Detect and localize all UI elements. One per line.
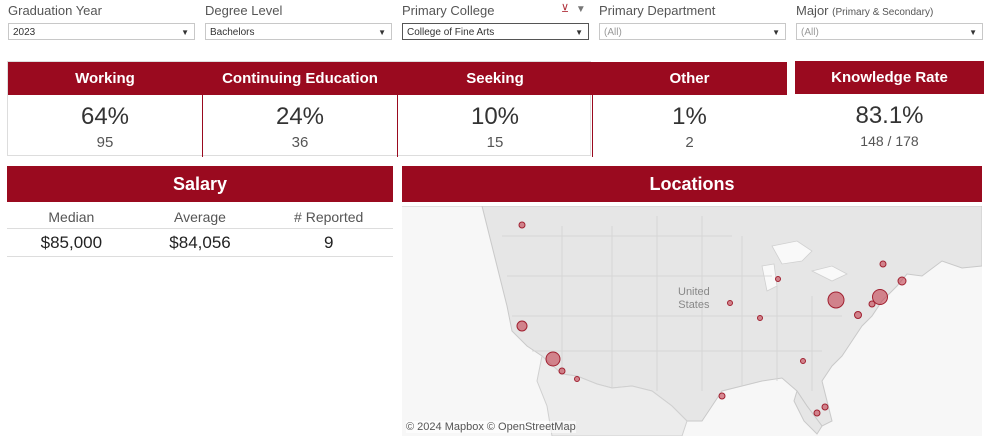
kpi-title: Other <box>592 62 787 95</box>
locations-title: Locations <box>402 166 982 202</box>
kpi-count: 148 / 178 <box>860 133 919 149</box>
filter-label: Graduation Year <box>8 3 102 18</box>
kpi-title: Seeking <box>398 62 592 95</box>
salary-table: Median Average # Reported $85,000 $84,05… <box>7 206 393 257</box>
location-marker <box>854 311 862 319</box>
location-marker <box>558 367 566 375</box>
kpi-continuing-education: Continuing Education 24% 36 <box>203 62 398 157</box>
kpi-knowledge-rate: Knowledge Rate 83.1% 148 / 178 <box>795 61 984 156</box>
degree-level-select[interactable]: Bachelors ▼ <box>205 23 392 40</box>
location-marker <box>800 358 806 364</box>
kpi-other: Other 1% 2 <box>592 62 787 157</box>
filter-label: Primary College <box>402 3 495 18</box>
kpi-title: Working <box>8 62 202 95</box>
location-marker <box>879 260 887 268</box>
location-marker <box>821 403 829 411</box>
filter-label-small: (Primary & Secondary) <box>832 7 934 18</box>
kpi-title: Knowledge Rate <box>795 61 984 94</box>
salary-title: Salary <box>7 166 393 202</box>
salary-header-average: Average <box>174 209 226 225</box>
location-marker <box>545 351 561 367</box>
selected-value: 2023 <box>13 27 36 38</box>
primary-department-select[interactable]: (All) ▼ <box>599 23 786 40</box>
map-markers <box>516 221 907 417</box>
location-marker <box>718 392 726 400</box>
kpi-count: 36 <box>291 134 309 151</box>
chevron-down-icon: ▼ <box>181 28 189 37</box>
location-marker <box>727 300 733 306</box>
outcome-kpi-row: Working 64% 95 Continuing Education 24% … <box>7 61 787 157</box>
clear-filter-icon[interactable]: ⊻ <box>561 3 569 15</box>
filter-menu-icon[interactable]: ▼ <box>576 4 586 15</box>
kpi-title: Continuing Education <box>203 62 397 95</box>
graduation-year-select[interactable]: 2023 ▼ <box>8 23 195 40</box>
location-marker <box>897 276 907 286</box>
selected-value: College of Fine Arts <box>407 27 495 38</box>
selected-value: (All) <box>801 27 819 38</box>
filter-label: Primary Department <box>599 3 716 18</box>
chevron-down-icon: ▼ <box>378 28 386 37</box>
salary-header-row: Median Average # Reported <box>7 206 393 229</box>
location-marker <box>775 276 781 282</box>
kpi-working: Working 64% 95 <box>8 62 203 157</box>
salary-header-reported: # Reported <box>294 209 364 225</box>
major-select[interactable]: (All) ▼ <box>796 23 983 40</box>
filter-controls: ⊻ ▼ <box>561 2 586 15</box>
location-marker <box>868 300 876 308</box>
selected-value: Bachelors <box>210 27 255 38</box>
kpi-seeking: Seeking 10% 15 <box>398 62 593 157</box>
selected-value: (All) <box>604 27 622 38</box>
chevron-down-icon: ▼ <box>969 28 977 37</box>
salary-average-value: $84,056 <box>169 233 231 252</box>
chevron-down-icon: ▼ <box>575 28 583 37</box>
location-marker <box>813 409 821 417</box>
kpi-percent: 24% <box>275 103 325 130</box>
filter-label: Degree Level <box>205 3 283 18</box>
salary-header-median: Median <box>48 209 95 225</box>
location-marker <box>757 315 763 321</box>
primary-college-select[interactable]: College of Fine Arts ▼ <box>402 23 589 40</box>
kpi-percent: 10% <box>470 103 520 130</box>
salary-median-value: $85,000 <box>40 233 103 252</box>
location-marker <box>518 221 526 229</box>
chevron-down-icon: ▼ <box>772 28 780 37</box>
salary-value-row: $85,000 $84,056 9 <box>7 229 393 257</box>
kpi-count: 2 <box>685 134 694 151</box>
location-marker <box>827 291 845 309</box>
kpi-percent: 64% <box>80 103 130 130</box>
location-marker <box>516 320 528 332</box>
kpi-percent: 83.1% <box>855 102 924 129</box>
kpi-count: 15 <box>486 134 504 151</box>
filter-label-main: Major <box>796 3 829 18</box>
filter-label: Major (Primary & Secondary) <box>796 3 933 18</box>
locations-map[interactable]: United States © 2024 Mapbox © OpenStreet… <box>402 206 982 436</box>
kpi-count: 95 <box>96 134 114 151</box>
salary-reported-value: 9 <box>323 233 334 252</box>
kpi-percent: 1% <box>672 103 707 130</box>
map-credit[interactable]: © 2024 Mapbox © OpenStreetMap <box>406 421 576 433</box>
location-marker <box>574 376 580 382</box>
